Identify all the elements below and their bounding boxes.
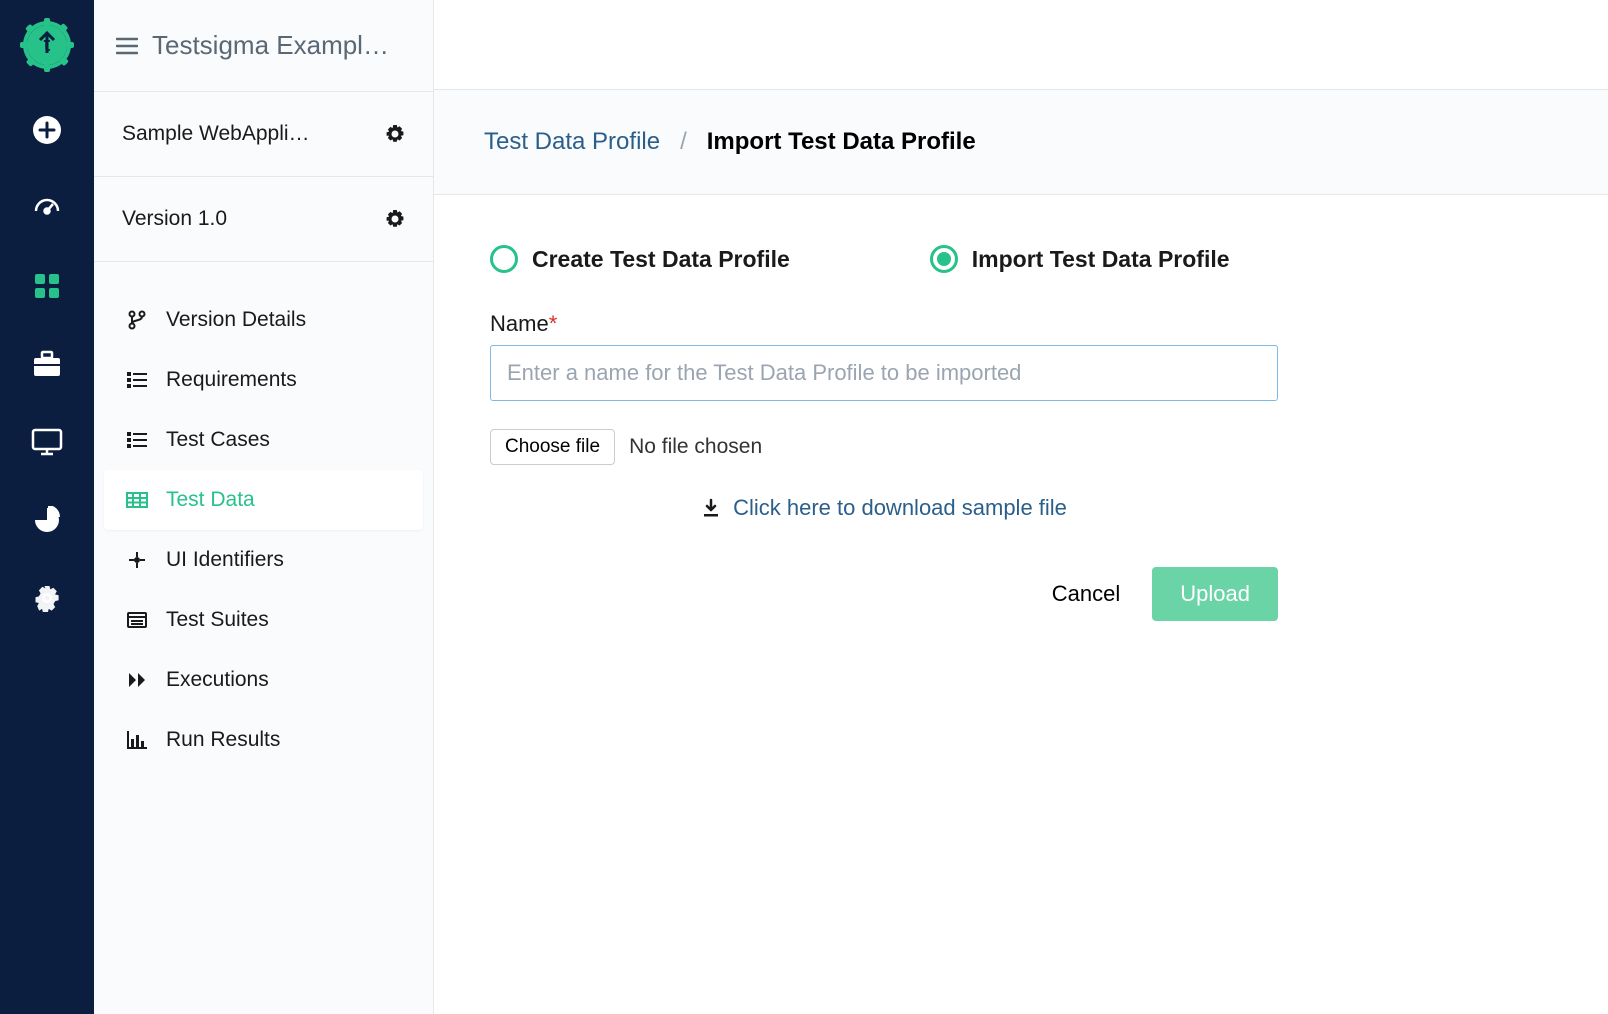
menu-version-details[interactable]: Version Details — [104, 290, 423, 350]
subnav: Testsigma Exampl… Sample WebAppli… Versi… — [94, 0, 434, 1014]
rail-item-reports[interactable] — [27, 500, 67, 540]
version-row[interactable]: Version 1.0 — [94, 177, 433, 262]
menu-label: Test Data — [166, 488, 255, 512]
app-name: Sample WebAppli… — [122, 122, 310, 146]
required-asterisk: * — [549, 311, 558, 336]
version-label: Version 1.0 — [122, 207, 227, 231]
main: Test Data Profile / Import Test Data Pro… — [434, 0, 1608, 671]
download-sample-link[interactable]: Click here to download sample file — [701, 495, 1067, 521]
crosshair-icon — [126, 551, 148, 569]
download-sample-row: Click here to download sample file — [490, 495, 1278, 523]
branch-icon — [126, 310, 148, 330]
menu-label: Requirements — [166, 368, 297, 392]
menu-test-data[interactable]: Test Data — [104, 470, 423, 530]
menu-label: Test Cases — [166, 428, 270, 452]
breadcrumb-sep: / — [680, 128, 687, 156]
choose-file-button[interactable]: Choose file — [490, 429, 615, 465]
project-title: Testsigma Exampl… — [152, 30, 389, 61]
list-icon — [126, 372, 148, 388]
radio-create[interactable]: Create Test Data Profile — [490, 245, 790, 273]
breadcrumb: Test Data Profile / Import Test Data Pro… — [434, 90, 1608, 195]
hamburger-icon — [116, 37, 138, 55]
name-label: Name* — [490, 311, 1278, 337]
upload-button[interactable]: Upload — [1152, 567, 1278, 621]
menu-label: Executions — [166, 668, 269, 692]
radio-icon — [930, 245, 958, 273]
file-picker-row: Choose file No file chosen — [490, 429, 1278, 465]
rail-item-add[interactable] — [27, 110, 67, 150]
gear-icon[interactable] — [385, 124, 405, 144]
radio-label: Import Test Data Profile — [972, 246, 1230, 273]
breadcrumb-parent[interactable]: Test Data Profile — [484, 128, 660, 156]
form-actions: Cancel Upload — [490, 567, 1278, 621]
table-icon — [126, 492, 148, 508]
menu-label: Run Results — [166, 728, 280, 752]
menu-test-cases[interactable]: Test Cases — [104, 410, 423, 470]
breadcrumb-current: Import Test Data Profile — [707, 128, 976, 156]
rail-item-briefcase[interactable] — [27, 344, 67, 384]
radio-icon — [490, 245, 518, 273]
file-status: No file chosen — [629, 435, 762, 459]
svg-text:t: t — [44, 34, 51, 56]
name-label-text: Name — [490, 311, 549, 336]
menu-requirements[interactable]: Requirements — [104, 350, 423, 410]
menu-label: Test Suites — [166, 608, 269, 632]
rail-item-dashboard[interactable] — [27, 188, 67, 228]
menu-test-suites[interactable]: Test Suites — [104, 590, 423, 650]
subnav-title-row[interactable]: Testsigma Exampl… — [94, 0, 433, 92]
radio-import[interactable]: Import Test Data Profile — [930, 245, 1230, 273]
name-input[interactable] — [490, 345, 1278, 401]
rail-item-apps[interactable] — [27, 266, 67, 306]
download-icon — [701, 498, 721, 518]
form-panel: Create Test Data Profile Import Test Dat… — [434, 195, 1334, 671]
menu-executions[interactable]: Executions — [104, 650, 423, 710]
subnav-menu: Version Details Requirements Test Cases … — [94, 262, 433, 798]
gear-icon[interactable] — [385, 209, 405, 229]
menu-label: UI Identifiers — [166, 548, 284, 572]
window-icon — [126, 612, 148, 628]
rail-item-settings[interactable] — [27, 578, 67, 618]
menu-ui-identifiers[interactable]: UI Identifiers — [104, 530, 423, 590]
header-spacer — [434, 0, 1608, 90]
forward-icon — [126, 672, 148, 688]
cancel-button[interactable]: Cancel — [1052, 581, 1120, 607]
rail-item-desktop[interactable] — [27, 422, 67, 462]
logo: t — [20, 18, 74, 72]
list-icon — [126, 432, 148, 448]
menu-label: Version Details — [166, 308, 306, 332]
download-sample-text: Click here to download sample file — [733, 495, 1067, 521]
radio-label: Create Test Data Profile — [532, 246, 790, 273]
menu-run-results[interactable]: Run Results — [104, 710, 423, 770]
app-row[interactable]: Sample WebAppli… — [94, 92, 433, 177]
mode-radio-group: Create Test Data Profile Import Test Dat… — [490, 245, 1278, 273]
nav-rail: t — [0, 0, 94, 1014]
bar-chart-icon — [126, 731, 148, 749]
